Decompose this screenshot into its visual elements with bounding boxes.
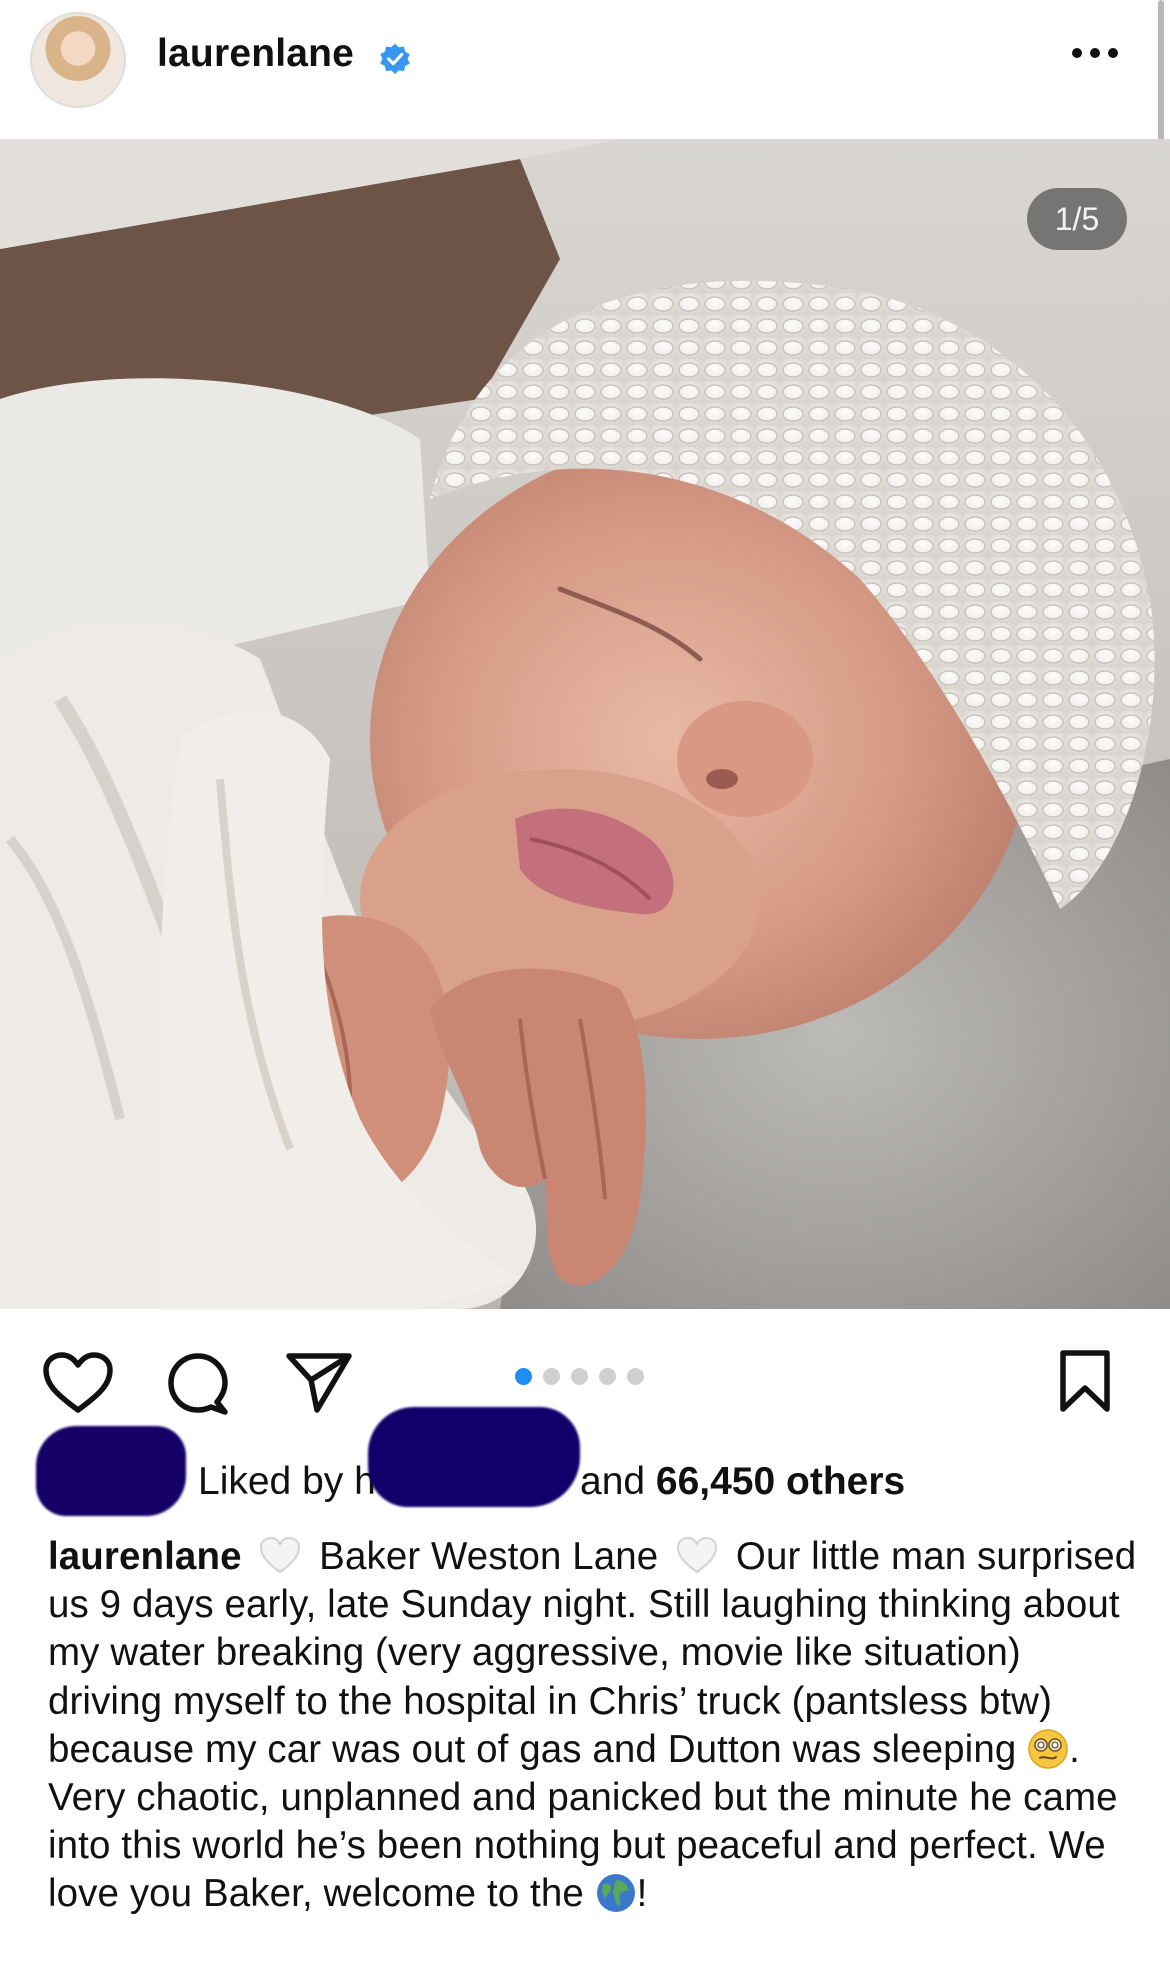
likes-count-text[interactable]: and 66,450 others bbox=[580, 1460, 905, 1504]
photo-illustration bbox=[0, 139, 1170, 1309]
heart-outline-icon[interactable] bbox=[42, 1352, 114, 1416]
redacted-avatar bbox=[36, 1426, 186, 1516]
more-horizontal-icon[interactable] bbox=[1070, 46, 1120, 60]
post-image-newborn-baby[interactable] bbox=[0, 139, 1170, 1309]
post-username[interactable]: laurenlane bbox=[157, 32, 354, 76]
bookmark-outline-icon[interactable] bbox=[1058, 1348, 1112, 1414]
paper-plane-icon[interactable] bbox=[285, 1350, 353, 1414]
white-heart-icon bbox=[260, 1536, 301, 1574]
comment-icon[interactable] bbox=[165, 1350, 231, 1416]
carousel-indicator bbox=[515, 1368, 644, 1386]
globe-icon bbox=[596, 1874, 635, 1913]
profile-avatar[interactable] bbox=[30, 12, 126, 108]
carousel-dot-active bbox=[515, 1368, 532, 1385]
carousel-dot bbox=[571, 1368, 588, 1385]
carousel-dot bbox=[627, 1368, 644, 1385]
white-heart-icon bbox=[677, 1536, 718, 1574]
liked-by-prefix: Liked by bbox=[198, 1460, 355, 1503]
caption-segment-1: Baker Weston Lane bbox=[319, 1535, 659, 1578]
caption-segment-4: ! bbox=[636, 1872, 648, 1916]
likes-and: and bbox=[580, 1460, 656, 1503]
carousel-dot bbox=[543, 1368, 560, 1385]
likes-count: 66,450 others bbox=[655, 1460, 906, 1503]
redacted-username bbox=[368, 1407, 580, 1507]
woozy-spiral-eyes-face-icon bbox=[1028, 1729, 1068, 1769]
liked-by-text[interactable]: Liked by h bbox=[198, 1460, 376, 1504]
carousel-counter: 1/5 bbox=[1027, 188, 1127, 250]
post-caption: laurenlane Baker Weston Lane Our little … bbox=[48, 1533, 1138, 1919]
caption-username[interactable]: laurenlane bbox=[48, 1535, 242, 1578]
post-header: laurenlane bbox=[0, 0, 1170, 138]
carousel-dot bbox=[599, 1368, 616, 1385]
verified-badge-icon bbox=[380, 43, 410, 74]
